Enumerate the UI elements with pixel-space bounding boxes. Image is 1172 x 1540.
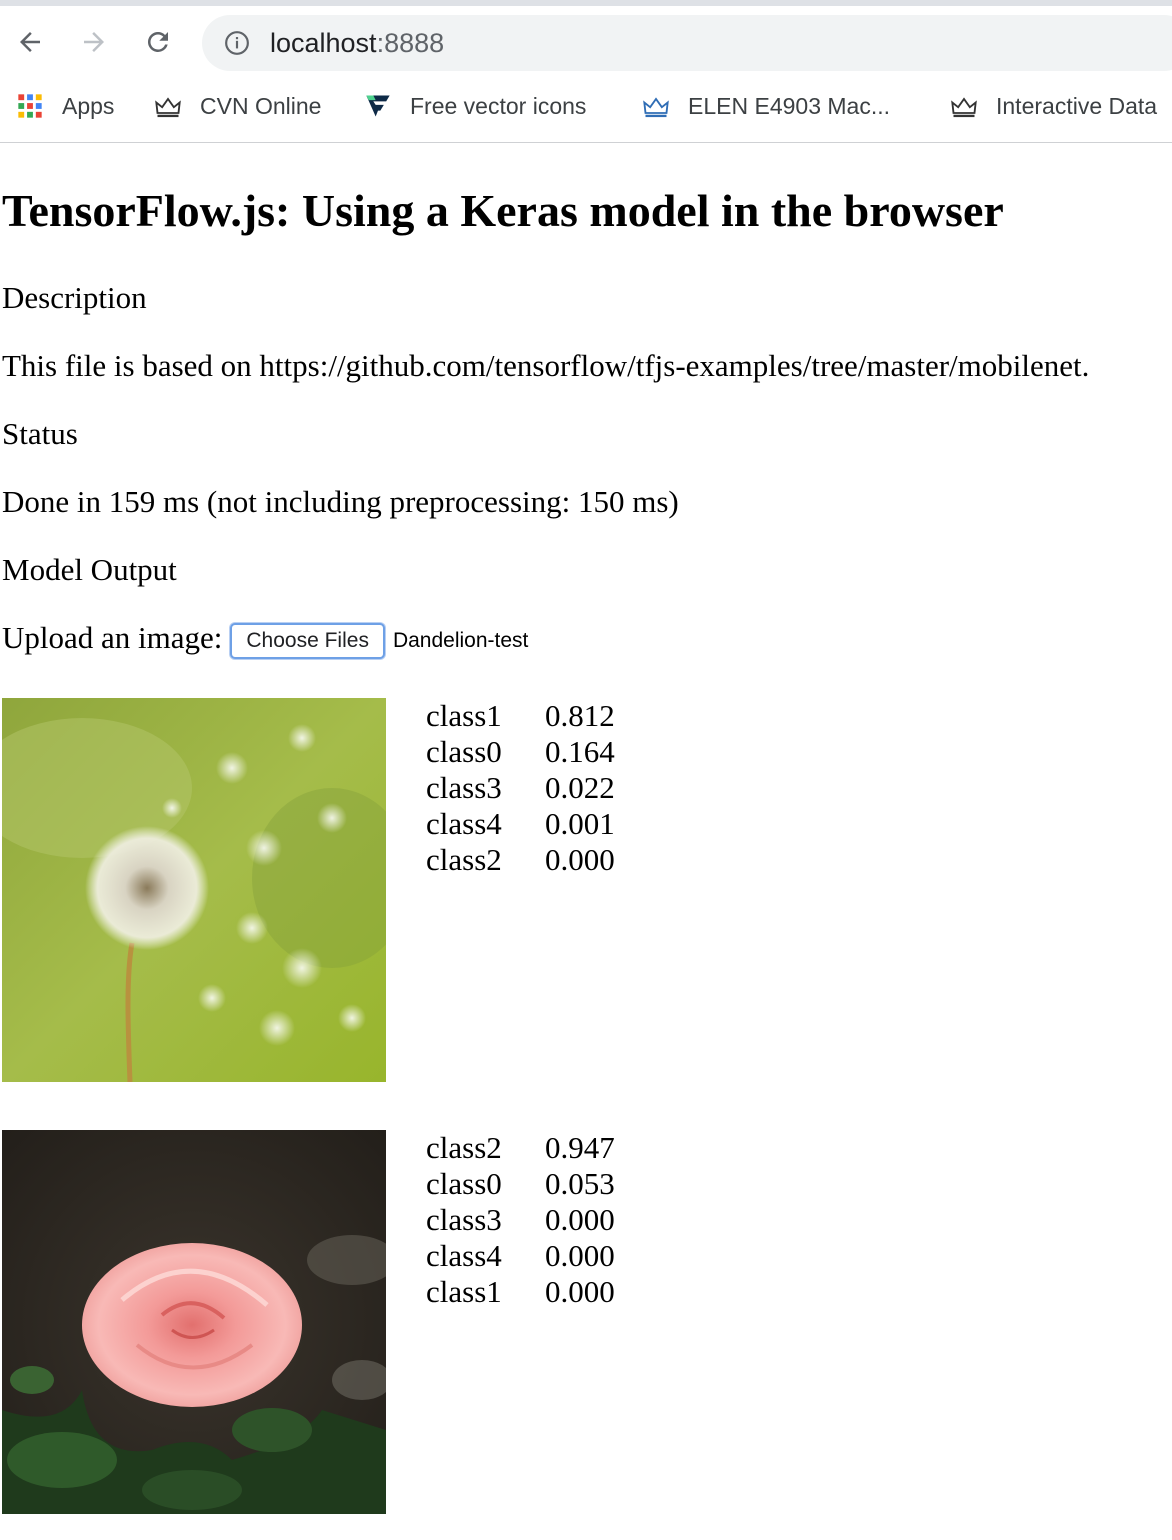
page-title: TensorFlow.js: Using a Keras model in th…	[2, 185, 1004, 236]
description-heading: Description	[2, 280, 147, 315]
class-name: class4	[426, 806, 502, 841]
url-text: localhost:8888	[270, 28, 445, 58]
class-name: class3	[426, 770, 502, 805]
class-name: class1	[426, 698, 502, 733]
browser-toolbar: localhost:8888	[0, 6, 1172, 78]
crown-icon	[155, 97, 181, 118]
reload-icon	[147, 31, 168, 52]
bookmark-label: CVN Online	[200, 92, 322, 119]
choose-files-button[interactable]: Choose Files	[230, 622, 385, 659]
bookmark-label: Apps	[62, 92, 115, 119]
prediction-row: class0 0.164	[426, 734, 615, 770]
bookmark-label: Free vector icons	[410, 92, 587, 119]
class-probability: 0.164	[545, 734, 615, 769]
prediction-row: class4 0.001	[426, 806, 615, 842]
bookmark-cvn-online[interactable]: CVN Online	[154, 90, 321, 122]
crown-icon	[951, 97, 977, 118]
class-probability: 0.947	[545, 1130, 615, 1165]
upload-row: Upload an image: Choose Files Dandelion-te…	[2, 620, 528, 659]
dandelion-image	[2, 698, 386, 1082]
bookmark-free-vector-icons[interactable]: Free vector icons	[364, 90, 586, 122]
rose-image	[2, 1130, 386, 1514]
bookmark-label: Interactive Data	[996, 92, 1158, 119]
prediction-row: class1 0.000	[426, 1274, 615, 1310]
class-probability: 0.053	[545, 1166, 615, 1201]
bookmark-label: ELEN E4903 Mac...	[688, 92, 890, 119]
upload-label: Upload an image:	[2, 620, 223, 655]
class-name: class1	[426, 1274, 502, 1309]
class-name: class3	[426, 1202, 502, 1237]
class-probability: 0.000	[545, 1274, 615, 1309]
model-output-heading: Model Output	[2, 552, 177, 587]
class-name: class4	[426, 1238, 502, 1273]
reload-button[interactable]	[140, 24, 176, 60]
prediction-table-1: class1 0.812 class0 0.164 class3 0.022 clas…	[426, 698, 615, 878]
forward-arrow-icon	[84, 32, 104, 52]
class-probability: 0.000	[545, 1202, 615, 1237]
prediction-row: class0 0.053	[426, 1166, 615, 1202]
bookmark-interactive-data[interactable]: Interactive Data	[950, 90, 1157, 122]
class-probability: 0.022	[545, 770, 615, 805]
class-probability: 0.000	[545, 1238, 615, 1273]
bookmark-apps[interactable]: Apps	[16, 90, 114, 122]
crown-icon	[643, 97, 669, 118]
class-probability: 0.000	[545, 842, 615, 877]
prediction-row: class2 0.000	[426, 842, 615, 878]
bookmark-elen-e4903[interactable]: ELEN E4903 Mac...	[642, 90, 890, 122]
class-name: class2	[426, 1130, 502, 1165]
class-name: class0	[426, 1166, 502, 1201]
prediction-row: class2 0.947	[426, 1130, 615, 1166]
prediction-row: class3 0.000	[426, 1202, 615, 1238]
forward-button[interactable]	[76, 24, 112, 60]
prediction-row: class4 0.000	[426, 1238, 615, 1274]
back-arrow-icon	[20, 32, 40, 52]
apps-grid-icon	[18, 94, 42, 118]
prediction-table-2: class2 0.947 class0 0.053 class3 0.000 clas…	[426, 1130, 615, 1310]
back-button[interactable]	[12, 24, 48, 60]
class-name: class0	[426, 734, 502, 769]
address-bar[interactable]: localhost:8888	[202, 15, 1172, 71]
info-icon[interactable]	[224, 30, 250, 56]
prediction-row: class1 0.812	[426, 698, 615, 734]
prediction-row: class3 0.022	[426, 770, 615, 806]
status-heading: Status	[2, 416, 78, 451]
class-probability: 0.812	[545, 698, 615, 733]
bookmarks-bar: Apps CVN Online Free vector icons ELEN E…	[0, 78, 1172, 143]
flaticon-logo-icon	[366, 95, 390, 117]
class-probability: 0.001	[545, 806, 615, 841]
description-text: This file is based on https://github.com…	[2, 348, 1090, 383]
selected-file-name: Dandelion-test	[392, 628, 529, 652]
class-name: class2	[426, 842, 502, 877]
status-text: Done in 159 ms (not including preprocess…	[2, 484, 679, 519]
